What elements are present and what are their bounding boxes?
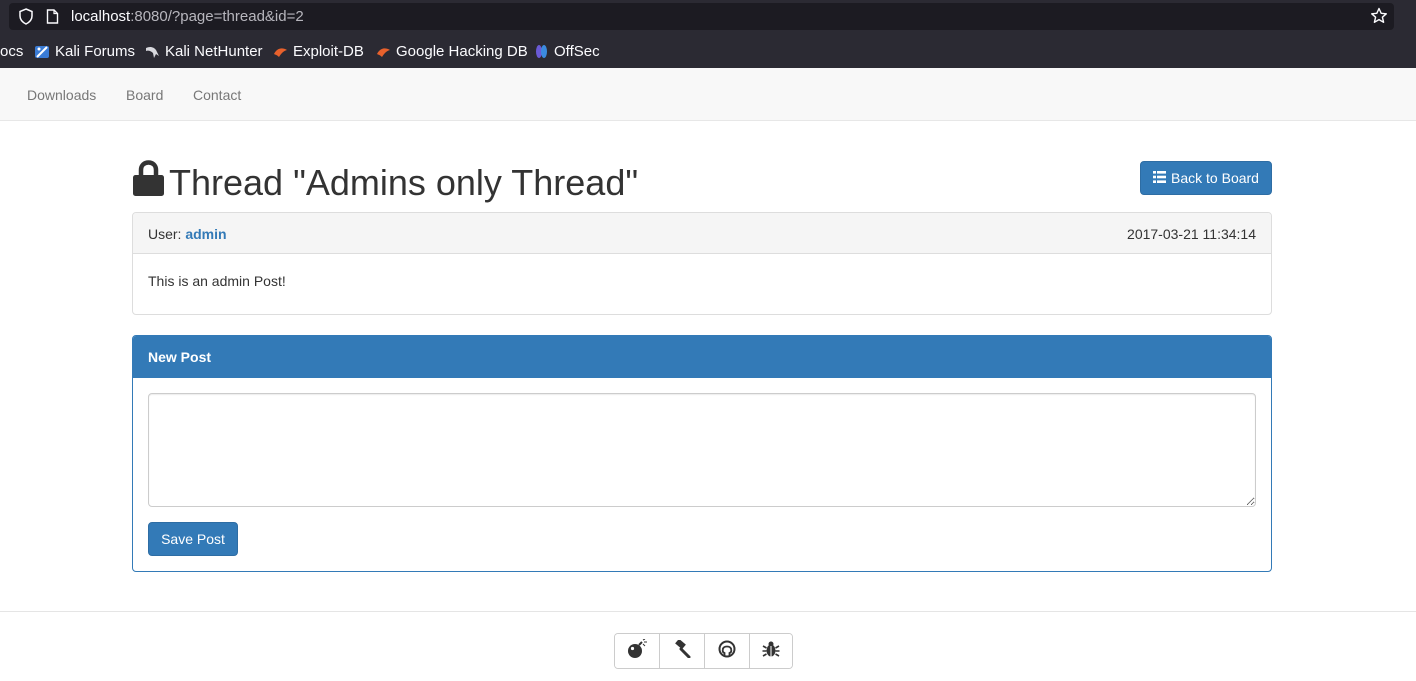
- bookmarks-toolbar: ocs Kali Forums Kali NetHunter Exploit-D…: [0, 40, 1416, 64]
- url-host: localhost: [71, 8, 131, 25]
- post-date: 2017-03-21 11:34:14: [1127, 226, 1256, 242]
- bookmark-label: Kali Forums: [55, 43, 136, 60]
- post-header: User: admin 2017-03-21 11:34:14: [133, 213, 1271, 254]
- new-post-textarea[interactable]: [148, 393, 1256, 507]
- page-title: Thread "Admins only Thread": [132, 159, 639, 207]
- post-user: User: admin: [148, 226, 227, 242]
- bookmark-star-icon[interactable]: [1370, 7, 1388, 30]
- new-post-panel: New Post Save Post: [132, 335, 1272, 572]
- nav-board[interactable]: Board: [126, 87, 163, 103]
- bug-icon: [762, 640, 780, 663]
- bookmark-label: OffSec: [554, 43, 600, 60]
- footer-button-group: [614, 633, 793, 669]
- url-path: :8080/?page=thread&id=2: [130, 8, 304, 25]
- footer-bug-button[interactable]: [750, 634, 792, 668]
- post-user-prefix: User:: [148, 226, 182, 242]
- post-body: This is an admin Post!: [148, 273, 286, 289]
- bookmark-label: Kali NetHunter: [165, 43, 263, 60]
- post-user-link[interactable]: admin: [185, 226, 226, 242]
- bookmark-exploit-db[interactable]: Exploit-DB: [273, 43, 364, 60]
- site-navbar: Downloads Board Contact: [0, 68, 1416, 121]
- bookmark-label: Exploit-DB: [293, 43, 364, 60]
- bookmark-google-hacking-db[interactable]: Google Hacking DB: [376, 43, 528, 60]
- url-text[interactable]: localhost:8080/?page=thread&id=2: [71, 7, 304, 26]
- browser-chrome: localhost:8080/?page=thread&id=2 ocs Kal…: [0, 0, 1416, 68]
- list-icon: [1153, 170, 1167, 186]
- bookmark-offsec[interactable]: OffSec: [534, 43, 600, 60]
- bookmark-kali-nethunter[interactable]: Kali NetHunter: [144, 43, 263, 60]
- github-icon: [718, 640, 736, 663]
- post-panel: User: admin 2017-03-21 11:34:14 This is …: [132, 212, 1272, 315]
- page-icon: [46, 9, 59, 29]
- footer: [0, 611, 1416, 681]
- bookmark-kali-forums[interactable]: Kali Forums: [34, 43, 135, 60]
- back-to-board-button[interactable]: Back to Board: [1140, 161, 1272, 195]
- bookmark-docs[interactable]: ocs: [0, 43, 23, 60]
- kali-forums-icon: [34, 44, 50, 60]
- offsec-icon: [534, 44, 549, 59]
- save-post-button[interactable]: Save Post: [148, 522, 238, 556]
- bookmark-label: Google Hacking DB: [396, 43, 528, 60]
- new-post-heading: New Post: [133, 336, 1271, 378]
- footer-gavel-button[interactable]: [660, 634, 705, 668]
- footer-github-button[interactable]: [705, 634, 750, 668]
- address-bar[interactable]: localhost:8080/?page=thread&id=2: [9, 3, 1394, 30]
- kali-dragon-icon: [144, 44, 160, 60]
- back-to-board-label: Back to Board: [1171, 170, 1259, 186]
- footer-bomb-button[interactable]: [615, 634, 660, 668]
- thread-title: Thread "Admins only Thread": [169, 162, 639, 203]
- exploit-db-icon: [273, 44, 288, 59]
- nav-contact[interactable]: Contact: [193, 87, 241, 103]
- bookmark-label: ocs: [0, 43, 24, 60]
- nav-downloads[interactable]: Downloads: [27, 87, 96, 103]
- ghdb-icon: [376, 44, 391, 59]
- gavel-icon: [672, 638, 692, 663]
- lock-icon: [132, 159, 169, 207]
- shield-icon[interactable]: [18, 8, 34, 30]
- bomb-icon: [626, 638, 648, 664]
